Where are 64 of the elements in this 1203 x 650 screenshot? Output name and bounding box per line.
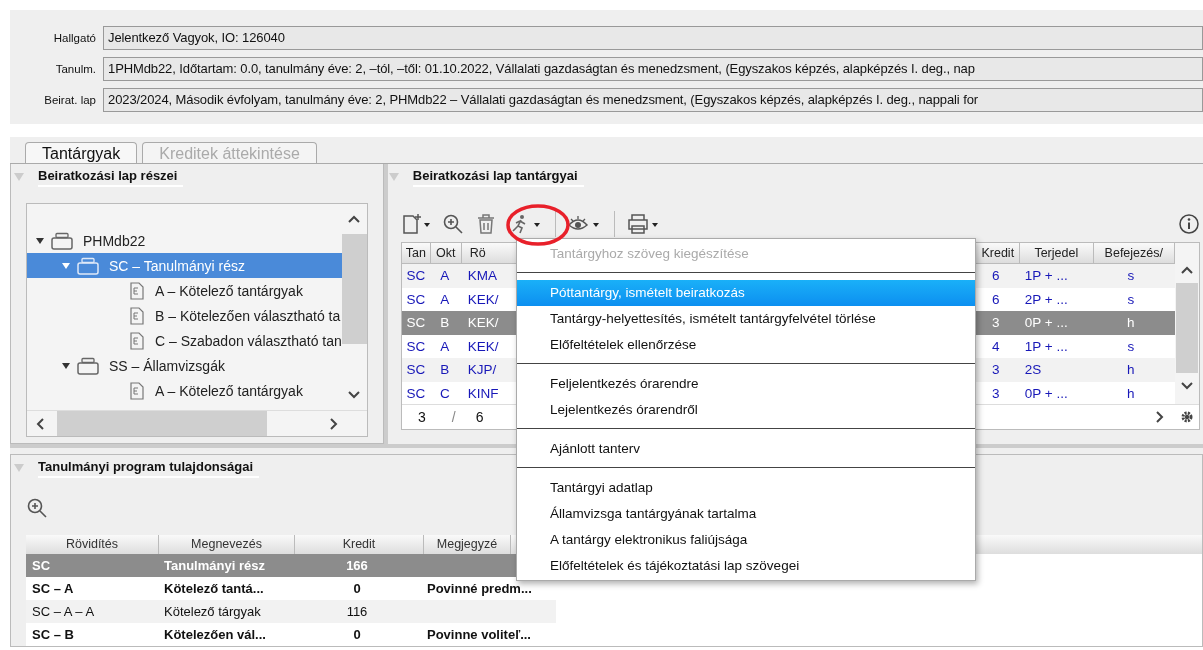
scrollbar-thumb[interactable] [1175, 283, 1198, 373]
menu-item[interactable]: Előfeltételek és tájékoztatási lap szövegei [517, 553, 975, 579]
footer-cell-text: / [451, 409, 457, 425]
expanded-triangle-icon[interactable] [61, 360, 71, 371]
zoom-in-icon[interactable] [26, 497, 48, 519]
settings-icon[interactable] [1180, 411, 1193, 423]
field-label: Tanulm. [54, 63, 96, 75]
menu-item[interactable]: Tantárgy-helyettesítés, ismételt tantárgyfelvétel törlése [517, 306, 975, 332]
column-header[interactable]: Terjedel [1019, 243, 1094, 263]
tray-icon [51, 231, 73, 250]
menu-item[interactable]: Feljelentkezés órarendre [517, 371, 975, 397]
highlight-ellipse [506, 204, 570, 246]
menu-item[interactable]: Tantárgyi adatlap [517, 475, 975, 501]
document-icon [129, 281, 145, 300]
horizontal-scrollbar[interactable] [27, 410, 367, 436]
tray-icon [77, 356, 99, 375]
tree-item[interactable]: A – Kötelező tantárgyak [27, 278, 342, 303]
table-cell[interactable]: 0 [293, 577, 421, 600]
menu-item[interactable]: Lejelentkezés órarendről [517, 397, 975, 423]
scrollbar-thumb[interactable] [341, 234, 367, 344]
tree-item[interactable]: C – Szabadon választható tan [27, 328, 342, 353]
table-cell[interactable]: Povinne voliteľ... [421, 623, 556, 646]
text-field[interactable]: 2023/2024, Második évfolyam, tanulmány éve: 2, PHMdb22 – Vállalati gazdaságtan és menedzsment, (Egyszakos képzés, alapképzés I. deg., nappali for [103, 88, 1203, 112]
tree-item[interactable]: SC – Tanulmányi rész [27, 253, 342, 278]
document-icon [129, 331, 145, 350]
text-field[interactable]: Jelentkező Vagyok, IO: 126040 [103, 26, 1203, 50]
expanded-triangle-icon[interactable] [35, 235, 45, 246]
menu-item[interactable]: Ajánlott tanterv [517, 436, 975, 462]
panel-title: Tanulmányi program tulajdonságai [38, 458, 259, 478]
column-header[interactable]: Okt [430, 243, 462, 263]
scrollbar-thumb[interactable] [57, 411, 267, 436]
menu-item[interactable]: A tantárgy elektronikus faliújsága [517, 527, 975, 553]
tree-item[interactable]: PHMdb22 [27, 228, 342, 253]
panel-title: Beiratkozási lap részei [38, 167, 184, 187]
field-label: Beirat. lap [43, 94, 96, 106]
table-cell[interactable]: SC – B [26, 623, 158, 646]
new-document-icon[interactable] [400, 213, 431, 235]
tray-icon [77, 256, 99, 275]
table-cell[interactable]: SC – A [26, 577, 158, 600]
panel-title: Beiratkozási lap tantárgyai [412, 167, 584, 187]
tree-item[interactable]: SS – Államvizsgák [27, 353, 342, 378]
menu-item[interactable]: Előfeltételek ellenőrzése [517, 332, 975, 358]
vertical-scrollbar[interactable] [1174, 243, 1199, 404]
footer-cell-text: 6 [475, 409, 485, 425]
table-cell[interactable]: Kötelező tárgyak [158, 600, 293, 623]
column-header[interactable]: Befejezés/ [1093, 243, 1175, 263]
table-cell[interactable]: Kötelező tantá... [158, 577, 293, 600]
table-cell[interactable]: Kötelezően vál... [158, 623, 293, 646]
menu-item[interactable]: Államvizsga tantárgyának tartalma [517, 501, 975, 527]
tab[interactable]: Tantárgyak [25, 142, 138, 163]
tree-item[interactable]: A – Kötelező tantárgyak [27, 378, 342, 403]
field-label: Hallgató [52, 32, 96, 44]
info-icon[interactable] [1177, 213, 1200, 235]
table-cell[interactable]: 116 [293, 600, 421, 623]
text-field[interactable]: 1PHMdb22, Időtartam: 0.0, tanulmány éve: 2, –tól, –től: 01.10.2022, Vállalati gazdaságtan és menedzsment, (Egyszakos képzés, alapképzés I. deg., nap [103, 57, 1203, 81]
zoom-in-icon[interactable] [441, 213, 464, 235]
table-cell[interactable]: Povinné predm... [421, 577, 556, 600]
tree-item[interactable]: B – Kötelezően választható ta [27, 303, 342, 328]
document-icon [129, 381, 145, 400]
document-icon [129, 306, 145, 325]
footer-cell-text: 3 [416, 409, 427, 425]
table-cell[interactable]: SC – A – A [26, 600, 158, 623]
column-header[interactable]: Tan [401, 243, 431, 263]
table-cell[interactable]: 0 [293, 623, 421, 646]
